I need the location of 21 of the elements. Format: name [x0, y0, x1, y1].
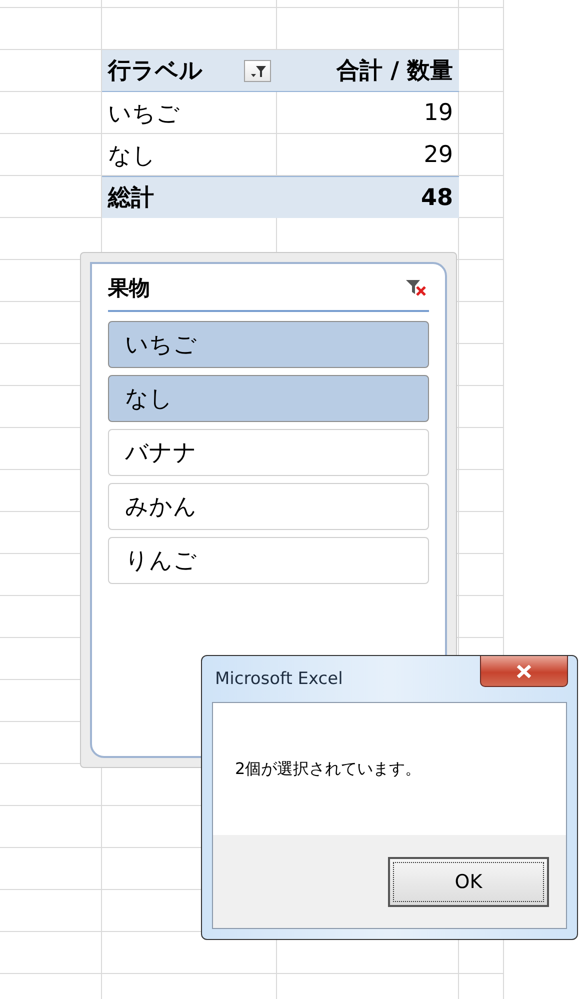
column-header: 行ラベル [108, 57, 203, 86]
slicer-item[interactable]: なし [108, 375, 429, 422]
grand-total-value: 48 [420, 184, 453, 210]
dialog-message: 2個が選択されています。 [235, 758, 422, 780]
slicer-title: 果物 [108, 275, 150, 302]
slicer-item[interactable]: いちご [108, 321, 429, 368]
dialog-title: Microsoft Excel [215, 669, 343, 689]
slicer-item[interactable]: りんご [108, 537, 429, 584]
row-label: なし [108, 142, 156, 170]
row-label: いちご [108, 100, 180, 128]
grand-total-label: 総計 [108, 184, 154, 213]
column-header: 合計 / 数量 [336, 57, 453, 86]
value-cell: 29 [424, 142, 453, 168]
close-icon [516, 664, 532, 678]
clear-filter-icon[interactable] [405, 278, 429, 298]
close-button[interactable] [480, 656, 568, 687]
slicer-item[interactable]: みかん [108, 483, 429, 530]
value-cell: 19 [424, 100, 453, 126]
filter-dropdown-button[interactable] [244, 60, 271, 82]
ok-button[interactable]: OK [388, 856, 549, 906]
slicer-item[interactable]: バナナ [108, 429, 429, 476]
